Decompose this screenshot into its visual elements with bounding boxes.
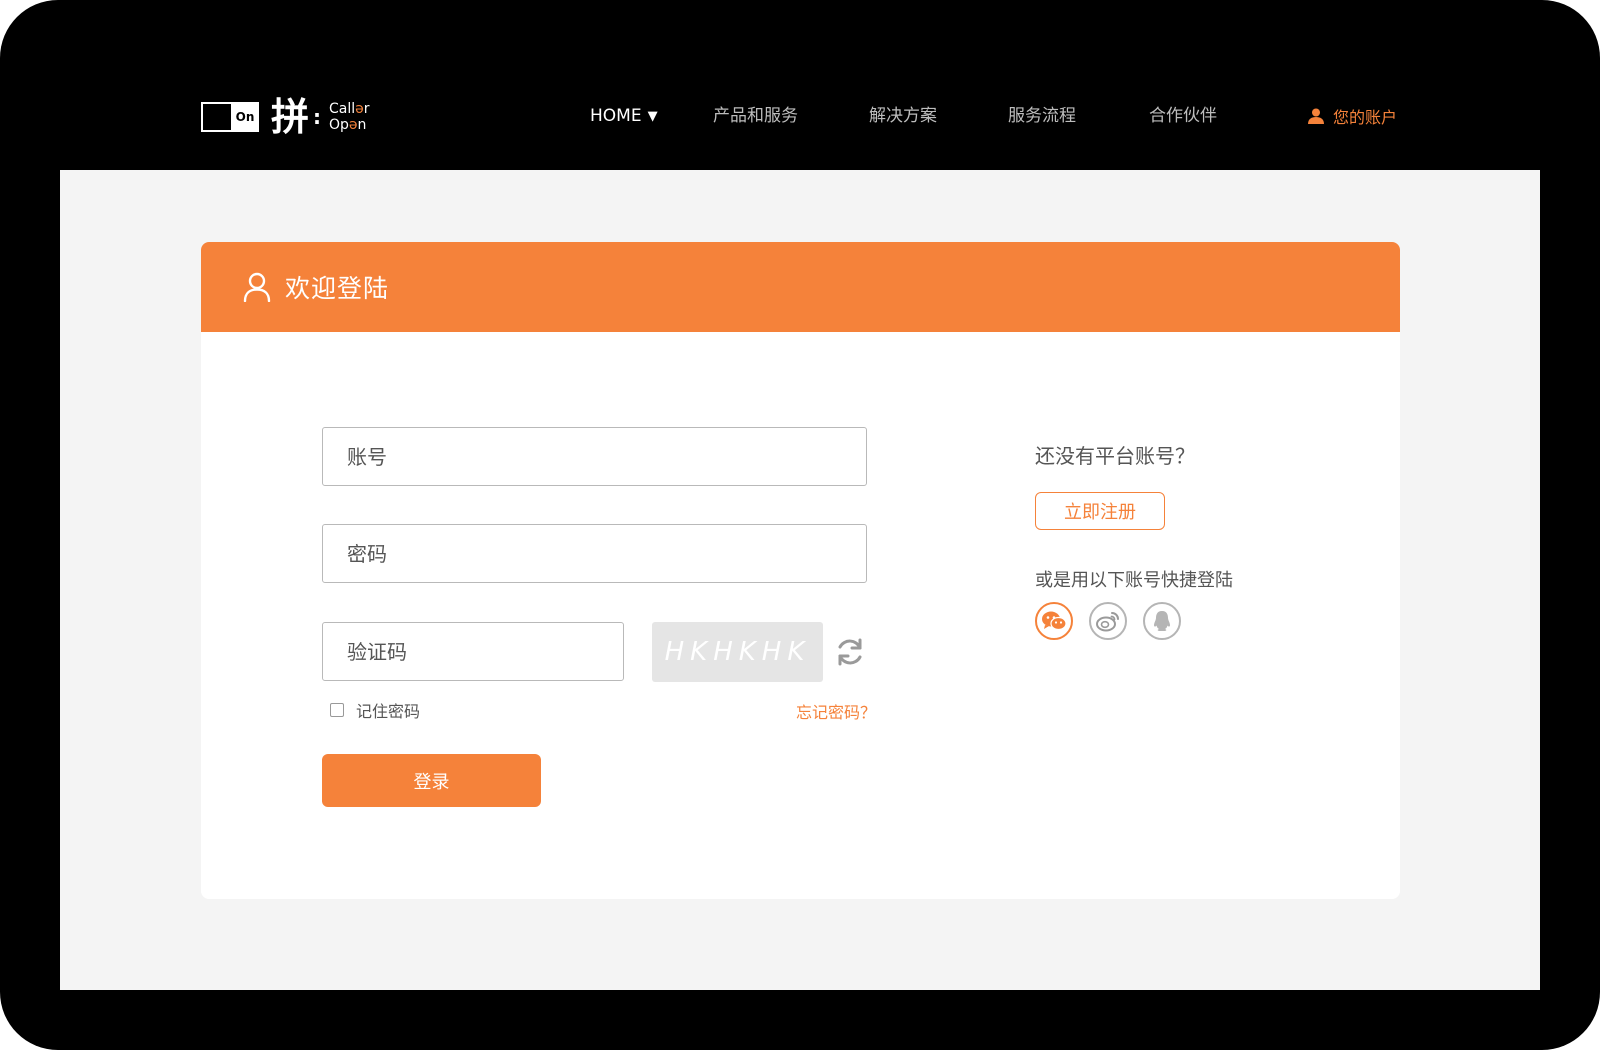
nav-item-solutions[interactable]: 解决方案 bbox=[869, 101, 937, 131]
password-input[interactable] bbox=[322, 524, 867, 583]
chevron-down-icon: ▼ bbox=[647, 109, 658, 124]
account-input[interactable] bbox=[322, 427, 867, 486]
login-button[interactable]: 登录 bbox=[322, 754, 541, 807]
user-outline-icon bbox=[243, 272, 271, 302]
remember-password[interactable]: 记住密码 bbox=[330, 698, 420, 722]
nav-item-products[interactable]: 产品和服务 bbox=[713, 101, 798, 131]
brand-logo[interactable]: On 拼 : Callər Opən bbox=[201, 96, 370, 138]
remember-checkbox[interactable] bbox=[330, 703, 344, 717]
nav-item-process[interactable]: 服务流程 bbox=[1008, 101, 1076, 131]
logo-wordmark: Callər Opən bbox=[329, 101, 370, 133]
login-title: 欢迎登陆 bbox=[285, 274, 390, 303]
login-card: 欢迎登陆 HKHKHK 记住密码 忘记密码？ 登录 还没有平台账号？ 立即注册 bbox=[201, 242, 1400, 899]
logo-colon: : bbox=[313, 105, 322, 129]
captcha-image[interactable]: HKHKHK bbox=[652, 622, 823, 682]
no-account-text: 还没有平台账号？ bbox=[1035, 444, 1195, 468]
main-content: 欢迎登陆 HKHKHK 记住密码 忘记密码？ 登录 还没有平台账号？ 立即注册 bbox=[60, 170, 1540, 990]
app-frame: On 拼 : Callər Opən HOME ▼ 产品和服务 解决方案 服务流程… bbox=[0, 0, 1600, 1050]
weibo-login-button[interactable] bbox=[1089, 602, 1127, 640]
logo-word-caller: Callər bbox=[329, 101, 370, 117]
forgot-password-link[interactable]: 忘记密码？ bbox=[796, 699, 876, 723]
logo-word-open: Opən bbox=[329, 117, 367, 133]
logo-toggle-mark: On bbox=[201, 102, 259, 132]
nav-item-home[interactable]: HOME ▼ bbox=[590, 101, 658, 131]
account-link[interactable]: 您的账户 bbox=[1307, 101, 1397, 131]
quick-login-label: 或是用以下账号快捷登陆 bbox=[1035, 570, 1233, 591]
qq-login-button[interactable] bbox=[1143, 602, 1181, 640]
wechat-login-button[interactable] bbox=[1035, 602, 1073, 640]
refresh-icon[interactable] bbox=[835, 637, 865, 667]
logo-box-text: On bbox=[233, 104, 257, 130]
login-card-header: 欢迎登陆 bbox=[201, 242, 1400, 332]
qq-icon bbox=[1154, 611, 1170, 631]
user-icon bbox=[1308, 108, 1324, 124]
account-label: 您的账户 bbox=[1333, 108, 1398, 127]
remember-label: 记住密码 bbox=[356, 702, 421, 721]
weibo-icon bbox=[1096, 612, 1119, 632]
nav-item-home-label: HOME bbox=[590, 106, 642, 126]
nav-item-partners[interactable]: 合作伙伴 bbox=[1149, 101, 1217, 131]
register-button[interactable]: 立即注册 bbox=[1035, 492, 1165, 530]
wechat-icon bbox=[1042, 611, 1067, 631]
top-navbar: On 拼 : Callər Opən HOME ▼ 产品和服务 解决方案 服务流程… bbox=[0, 0, 1600, 170]
logo-glyph: 拼 bbox=[271, 95, 309, 139]
captcha-input[interactable] bbox=[322, 622, 624, 681]
